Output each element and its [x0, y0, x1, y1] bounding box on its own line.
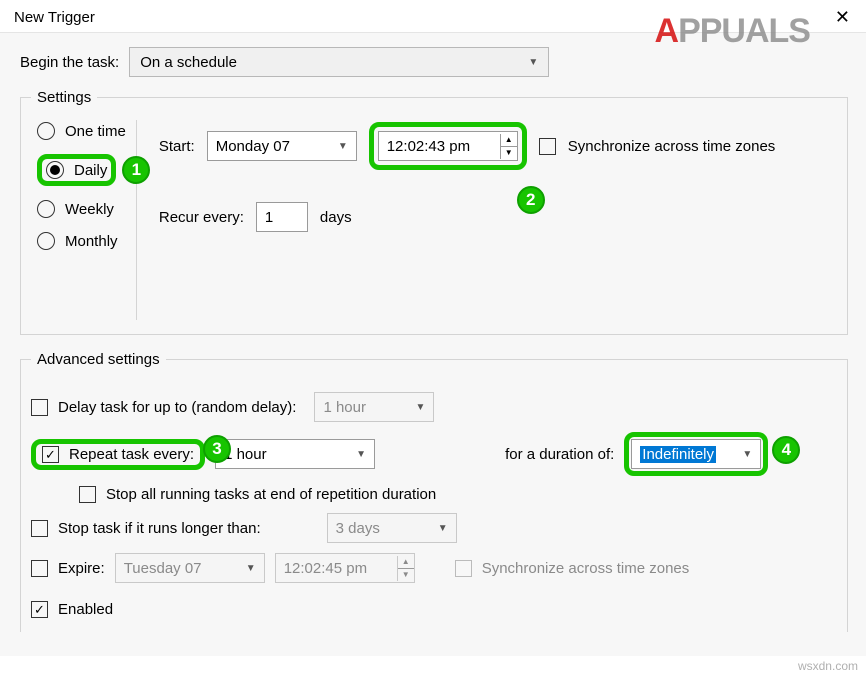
chevron-down-icon: ▼	[528, 57, 538, 68]
delay-value: 1 hour	[323, 399, 366, 416]
stop-if-label: Stop task if it runs longer than:	[58, 520, 261, 537]
chevron-down-icon: ▼	[416, 402, 426, 413]
start-date-picker[interactable]: Monday 07 ▼	[207, 131, 357, 161]
start-date-value: Monday 07	[216, 138, 290, 155]
spin-up-icon: ▲	[398, 556, 414, 569]
advanced-group: Advanced settings Delay task for up to (…	[20, 351, 848, 632]
chevron-down-icon: ▼	[246, 563, 256, 574]
stop-if-dropdown: 3 days ▼	[327, 513, 457, 543]
annotation-badge-4: 4	[772, 436, 800, 464]
recur-value: 1	[265, 209, 273, 226]
sync-timezone-checkbox[interactable]	[539, 138, 556, 155]
begin-task-label: Begin the task:	[20, 54, 119, 71]
radio-label: Daily	[74, 162, 107, 179]
window-title: New Trigger	[14, 9, 95, 26]
spin-down-icon: ▼	[398, 569, 414, 581]
expire-time-value: 12:02:45 pm	[284, 560, 391, 577]
radio-weekly[interactable]: Weekly	[37, 200, 126, 218]
chevron-down-icon: ▼	[438, 523, 448, 534]
duration-dropdown[interactable]: Indefinitely ▼	[631, 439, 761, 469]
radio-daily[interactable]: Daily	[46, 161, 107, 179]
chevron-down-icon: ▼	[742, 449, 752, 460]
expire-date-picker: Tuesday 07 ▼	[115, 553, 265, 583]
stop-if-value: 3 days	[336, 520, 380, 537]
repeat-label: Repeat task every:	[69, 446, 194, 463]
stop-all-label: Stop all running tasks at end of repetit…	[106, 486, 436, 503]
repeat-checkbox[interactable]: ✓	[42, 446, 59, 463]
radio-label: Monthly	[65, 233, 118, 250]
delay-checkbox[interactable]	[31, 399, 48, 416]
stop-all-checkbox[interactable]	[79, 486, 96, 503]
repeat-interval-dropdown[interactable]: 1 hour ▼	[215, 439, 375, 469]
spin-down-icon[interactable]: ▼	[501, 147, 517, 159]
begin-task-dropdown[interactable]: On a schedule ▼	[129, 47, 549, 77]
recur-unit: days	[320, 209, 352, 226]
annotation-badge-3: 3	[203, 435, 231, 463]
radio-bullet	[37, 122, 55, 140]
spin-up-icon[interactable]: ▲	[501, 134, 517, 147]
expire-date-value: Tuesday 07	[124, 560, 202, 577]
enabled-label: Enabled	[58, 601, 113, 618]
duration-value: Indefinitely	[640, 446, 716, 463]
start-time-value: 12:02:43 pm	[387, 138, 494, 155]
radio-bullet	[37, 232, 55, 250]
expire-label: Expire:	[58, 560, 105, 577]
duration-label: for a duration of:	[505, 446, 614, 463]
sync-timezone-label: Synchronize across time zones	[568, 138, 776, 155]
expire-time-spinner: 12:02:45 pm ▲ ▼	[275, 553, 415, 583]
recur-value-input[interactable]: 1	[256, 202, 308, 232]
radio-bullet-selected	[46, 161, 64, 179]
chevron-down-icon: ▼	[338, 141, 348, 152]
radio-monthly[interactable]: Monthly	[37, 232, 126, 250]
spinner-buttons: ▲ ▼	[397, 556, 414, 581]
delay-label: Delay task for up to (random delay):	[58, 399, 296, 416]
radio-label: One time	[65, 123, 126, 140]
expire-checkbox[interactable]	[31, 560, 48, 577]
delay-dropdown: 1 hour ▼	[314, 392, 434, 422]
settings-group: Settings One time Daily 1	[20, 89, 848, 335]
expire-sync-label: Synchronize across time zones	[482, 560, 690, 577]
enabled-checkbox[interactable]: ✓	[31, 601, 48, 618]
annotation-badge-1: 1	[122, 156, 150, 184]
radio-bullet	[37, 200, 55, 218]
annotation-badge-2: 2	[517, 186, 545, 214]
stop-if-checkbox[interactable]	[31, 520, 48, 537]
start-label: Start:	[159, 138, 195, 155]
settings-legend: Settings	[31, 89, 97, 106]
advanced-legend: Advanced settings	[31, 351, 166, 368]
close-button[interactable]: ✕	[829, 6, 856, 28]
radio-label: Weekly	[65, 201, 114, 218]
expire-sync-checkbox	[455, 560, 472, 577]
begin-task-value: On a schedule	[140, 54, 237, 71]
recur-label: Recur every:	[159, 209, 244, 226]
start-time-spinner[interactable]: 12:02:43 pm ▲ ▼	[378, 131, 518, 161]
chevron-down-icon: ▼	[356, 449, 366, 460]
watermark-url: wsxdn.com	[798, 659, 858, 673]
radio-one-time[interactable]: One time	[37, 122, 126, 140]
spinner-buttons[interactable]: ▲ ▼	[500, 134, 517, 159]
